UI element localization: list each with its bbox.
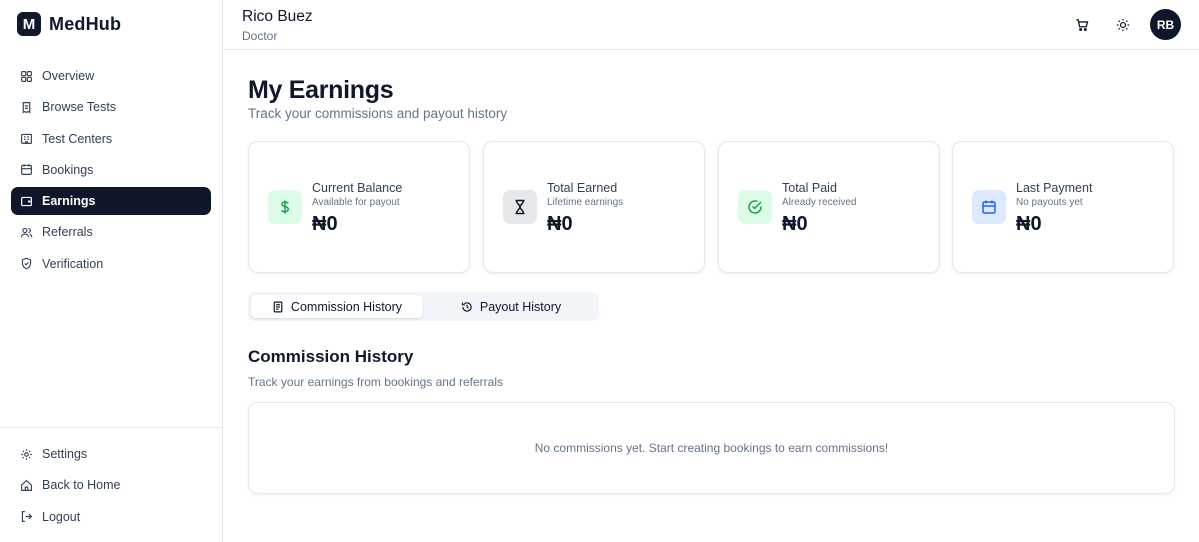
calendar-icon <box>972 190 1006 224</box>
section-title: Commission History <box>248 347 414 366</box>
sidebar-item-label: Bookings <box>42 162 94 177</box>
top-bar: Rico Buez Doctor RB <box>224 0 1199 50</box>
stat-value: ₦0 <box>312 213 338 235</box>
cart-icon[interactable] <box>1073 16 1091 34</box>
stat-value: ₦0 <box>1016 213 1042 235</box>
home-icon <box>21 479 32 491</box>
sidebar-nav: Overview Browse Tests Test Centers Booki… <box>11 62 211 281</box>
stat-label: Total Paid <box>782 181 837 195</box>
page-title: My Earnings <box>248 76 394 104</box>
history-tabs: Commission History Payout History <box>248 292 599 321</box>
stat-card-current-balance: Current Balance Available for payout ₦0 <box>248 141 470 273</box>
brand-name: MedHub <box>49 13 122 34</box>
tab-payout-history[interactable]: Payout History <box>426 295 596 318</box>
sidebar: M MedHub Overview Browse Tests Test Cent… <box>0 0 223 542</box>
sidebar-item-browse-tests[interactable]: Browse Tests <box>11 93 211 121</box>
tab-commission-history[interactable]: Commission History <box>251 295 423 318</box>
gear-icon <box>21 448 32 460</box>
building-icon <box>21 133 32 145</box>
sun-icon[interactable] <box>1114 16 1132 34</box>
wallet-icon <box>21 196 32 206</box>
document-icon <box>273 301 283 312</box>
stats-cards: Current Balance Available for payout ₦0 … <box>248 141 1175 273</box>
tab-label: Payout History <box>479 299 562 314</box>
sidebar-item-label: Test Centers <box>42 131 113 146</box>
sidebar-item-label: Browse Tests <box>42 100 117 115</box>
stat-label: Last Payment <box>1016 181 1093 195</box>
grid-icon <box>21 70 32 82</box>
sidebar-item-referrals[interactable]: Referrals <box>11 218 211 246</box>
sidebar-item-label: Verification <box>42 256 104 271</box>
stat-card-total-earned: Total Earned Lifetime earnings ₦0 <box>483 141 705 273</box>
avatar[interactable]: RB <box>1150 9 1181 40</box>
brand[interactable]: M MedHub <box>17 12 121 36</box>
page-subtitle: Track your commissions and payout histor… <box>248 106 508 121</box>
sidebar-bottom-nav: Settings Back to Home Logout <box>11 440 211 534</box>
sidebar-item-label: Settings <box>42 447 88 461</box>
commission-empty-state: No commissions yet. Start creating booki… <box>248 402 1175 494</box>
sidebar-item-bookings[interactable]: Bookings <box>11 156 211 184</box>
stat-value: ₦0 <box>782 213 808 235</box>
user-role: Doctor <box>242 29 278 43</box>
stat-card-total-paid: Total Paid Already received ₦0 <box>718 141 940 273</box>
stat-value: ₦0 <box>547 213 573 235</box>
sidebar-item-label: Back to Home <box>42 478 121 493</box>
stat-sublabel: Available for payout <box>312 197 400 208</box>
tab-label: Commission History <box>290 299 403 314</box>
sidebar-divider <box>0 427 223 428</box>
stat-sublabel: No payouts yet <box>1016 197 1083 208</box>
receipt-icon <box>22 101 31 114</box>
sidebar-item-earnings[interactable]: Earnings <box>11 187 211 216</box>
dollar-icon <box>268 190 302 224</box>
stat-sublabel: Lifetime earnings <box>547 197 624 208</box>
empty-state-message: No commissions yet. Start creating booki… <box>534 441 889 455</box>
sidebar-item-logout[interactable]: Logout <box>11 503 211 531</box>
stat-card-last-payment: Last Payment No payouts yet ₦0 <box>952 141 1174 273</box>
brand-logo: M <box>17 12 41 36</box>
check-circle-icon <box>738 190 772 224</box>
sidebar-item-label: Logout <box>42 509 81 524</box>
sidebar-item-settings[interactable]: Settings <box>11 440 211 468</box>
stat-label: Current Balance <box>312 181 403 195</box>
sidebar-item-verification[interactable]: Verification <box>11 250 211 278</box>
sidebar-item-label: Overview <box>42 69 95 83</box>
sidebar-item-back-to-home[interactable]: Back to Home <box>11 471 211 499</box>
sidebar-item-test-centers[interactable]: Test Centers <box>11 125 211 153</box>
shield-icon <box>21 257 32 270</box>
hourglass-icon <box>503 190 537 224</box>
stat-sublabel: Already received <box>782 197 857 208</box>
sidebar-item-label: Referrals <box>42 225 93 240</box>
users-icon <box>20 227 33 238</box>
user-name: Rico Buez <box>242 8 313 25</box>
history-icon <box>461 301 472 312</box>
stat-label: Total Earned <box>547 181 618 195</box>
sidebar-item-label: Earnings <box>42 194 96 209</box>
logout-icon <box>21 511 33 523</box>
calendar-icon <box>21 164 32 176</box>
section-subtitle: Track your earnings from bookings and re… <box>248 375 503 389</box>
sidebar-item-overview[interactable]: Overview <box>11 62 211 90</box>
